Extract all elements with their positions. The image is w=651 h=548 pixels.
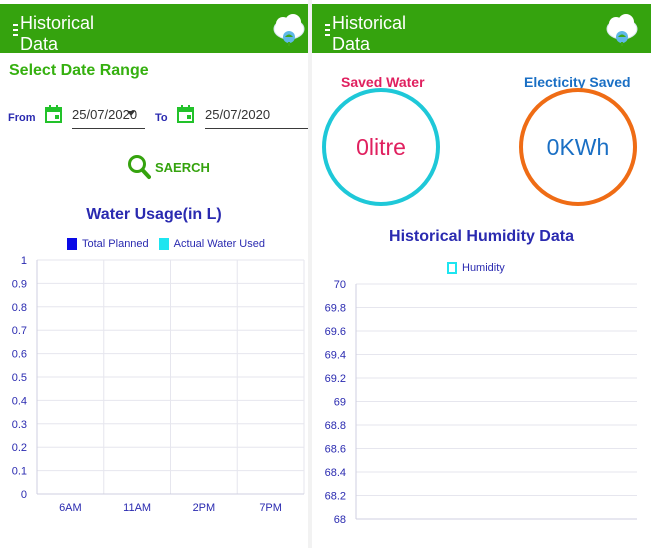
y-tick-label: 0.7 xyxy=(12,325,27,337)
from-label: From xyxy=(8,112,36,124)
y-tick-label: 0.9 xyxy=(12,278,27,290)
y-tick-label: 69.6 xyxy=(325,326,346,338)
legend-swatch-actual-water-used xyxy=(158,238,169,250)
legend-label-total-planned: Total Planned xyxy=(82,238,149,250)
search-button[interactable]: SAERCH xyxy=(127,154,210,180)
water-usage-legend: Total Planned Actual Water Used xyxy=(67,238,265,250)
app-bar-title: Historical Data xyxy=(20,13,95,54)
y-tick-label: 0 xyxy=(21,489,27,501)
right-screen: Historical Data Saved Water Electicity S… xyxy=(312,0,651,548)
humidity-chart: 68 68.2 68.4 68.6 68.8 69 69.2 69.4 69.6 69.8 70 xyxy=(325,279,637,526)
x-tick-label: 6AM xyxy=(59,502,82,514)
electricity-saved-circle: 0KWh xyxy=(519,88,637,206)
y-tick-label: 0.2 xyxy=(12,442,27,454)
calendar-icon[interactable] xyxy=(45,105,62,123)
y-tick-label: 0.1 xyxy=(12,466,27,478)
search-button-label: SAERCH xyxy=(155,159,210,175)
y-tick-label: 0.3 xyxy=(12,419,27,431)
cloud-icon[interactable] xyxy=(272,12,306,48)
legend-swatch-humidity xyxy=(447,262,457,274)
y-tick-label: 68.6 xyxy=(325,444,346,456)
y-tick-label: 0.5 xyxy=(12,372,27,384)
app-bar-title: Historical Data xyxy=(332,13,407,54)
x-tick-label: 2PM xyxy=(193,502,216,514)
humidity-chart-title: Historical Humidity Data xyxy=(389,228,574,245)
water-usage-chart: 0 0.1 0.2 0.3 0.4 0.5 0.6 0.7 0.8 0.9 1 6AM 11AM 2PM 7… xyxy=(12,255,305,514)
saved-water-value: 0litre xyxy=(356,133,406,160)
y-tick-label: 69.2 xyxy=(325,373,346,385)
legend-label-humidity: Humidity xyxy=(462,262,505,274)
chevron-down-icon[interactable] xyxy=(127,111,135,116)
y-tick-label: 69.8 xyxy=(325,303,346,315)
humidity-legend: Humidity xyxy=(447,262,505,274)
y-tick-label: 0.6 xyxy=(12,349,27,361)
menu-icon[interactable] xyxy=(13,24,18,44)
saved-water-circle: 0litre xyxy=(322,88,440,206)
y-tick-label: 68 xyxy=(334,514,346,526)
electricity-saved-value: 0KWh xyxy=(546,133,610,160)
y-tick-label: 1 xyxy=(21,255,27,267)
y-tick-label: 68.8 xyxy=(325,420,346,432)
y-tick-label: 70 xyxy=(334,279,346,291)
y-tick-label: 68.2 xyxy=(325,491,346,503)
cloud-icon[interactable] xyxy=(605,12,639,48)
app-bar: Historical Data xyxy=(312,4,651,54)
y-tick-label: 69 xyxy=(334,397,346,409)
water-usage-title: Water Usage(in L) xyxy=(86,206,222,223)
y-tick-label: 69.4 xyxy=(325,350,346,362)
app-bar: Historical Data xyxy=(0,4,308,54)
calendar-icon[interactable] xyxy=(177,105,194,123)
y-tick-label: 0.8 xyxy=(12,302,27,314)
y-tick-label: 68.4 xyxy=(325,467,346,479)
select-date-range-title: Select Date Range xyxy=(9,62,149,79)
legend-label-actual-water-used: Actual Water Used xyxy=(173,238,265,250)
y-tick-label: 0.4 xyxy=(12,395,27,407)
left-screen: Historical Data Select Date Range From 2… xyxy=(0,0,308,548)
x-tick-label: 7PM xyxy=(259,502,282,514)
search-icon xyxy=(128,155,151,179)
to-date-field[interactable]: 25/07/2020 xyxy=(205,107,308,129)
to-label: To xyxy=(155,112,168,124)
legend-swatch-total-planned xyxy=(67,238,77,250)
menu-icon[interactable] xyxy=(325,24,330,44)
x-tick-label: 11AM xyxy=(123,502,151,514)
